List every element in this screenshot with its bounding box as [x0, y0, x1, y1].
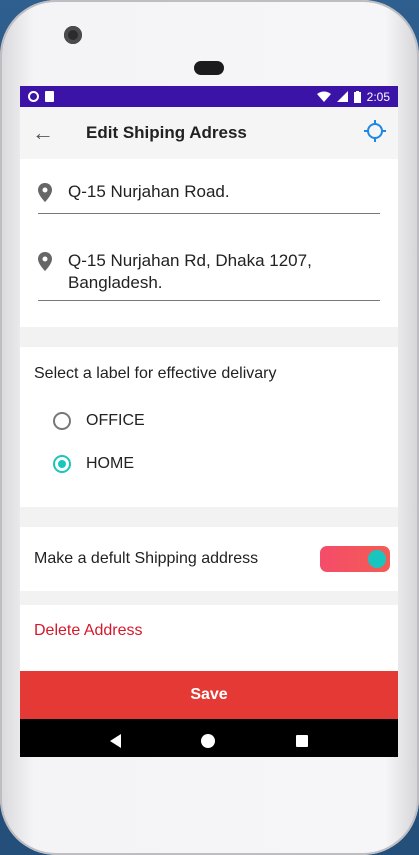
- page-title: Edit Shiping Adress: [86, 123, 247, 142]
- radio-office-icon[interactable]: [53, 411, 71, 430]
- location-pin-icon: [38, 181, 68, 207]
- address-line2-part1: Q-15 Nurjahan Rd, Dhaka 1207,: [68, 251, 312, 270]
- signal-icon: [336, 91, 348, 102]
- wifi-icon: [316, 91, 331, 102]
- radio-home-label: HOME: [86, 454, 134, 472]
- phone-frame: 2:05 ← Edit Shiping Adress Q-15 Nurjahan…: [0, 0, 419, 855]
- default-address-toggle[interactable]: [320, 546, 390, 572]
- notification-circle-icon: [28, 91, 39, 102]
- battery-icon: [353, 90, 361, 103]
- earpiece-speaker: [194, 61, 224, 75]
- section-gap: [20, 507, 398, 527]
- toggle-knob: [368, 550, 386, 568]
- system-nav-bar: [20, 719, 398, 757]
- radio-option-office[interactable]: OFFICE: [34, 399, 384, 442]
- radio-option-home[interactable]: HOME: [34, 442, 384, 485]
- front-camera: [64, 26, 82, 44]
- location-pin-icon: [38, 250, 68, 276]
- delivery-label-heading: Select a label for effective delivary: [34, 365, 277, 382]
- radio-home-icon[interactable]: [53, 454, 71, 473]
- address-line2-part2: Bangladesh.: [68, 273, 163, 292]
- delete-address-button[interactable]: Delete Address: [34, 622, 143, 640]
- address-line2-value: Q-15 Nurjahan Rd, Dhaka 1207, Bangladesh…: [68, 250, 312, 294]
- nav-home-icon[interactable]: [201, 734, 216, 748]
- radio-office-label: OFFICE: [86, 411, 145, 429]
- nav-recents-icon[interactable]: [295, 735, 308, 747]
- nav-back-icon[interactable]: [110, 734, 122, 748]
- default-address-card: Make a defult Shipping address: [20, 527, 398, 591]
- save-button[interactable]: Save: [20, 671, 398, 719]
- address-line2-field[interactable]: Q-15 Nurjahan Rd, Dhaka 1207, Bangladesh…: [38, 250, 380, 301]
- address-line1-value: Q-15 Nurjahan Road.: [68, 182, 230, 201]
- address-line1-field[interactable]: Q-15 Nurjahan Road.: [38, 181, 380, 214]
- status-bar: 2:05: [20, 86, 398, 107]
- screen: 2:05 ← Edit Shiping Adress Q-15 Nurjahan…: [20, 86, 398, 757]
- crosshair-locate-icon[interactable]: [364, 119, 386, 147]
- delete-address-card: Delete Address: [20, 605, 398, 657]
- delivery-label-card: Select a label for effective delivary OF…: [20, 347, 398, 507]
- app-bar: ← Edit Shiping Adress: [20, 107, 398, 159]
- sd-card-icon: [45, 91, 54, 102]
- back-arrow-icon[interactable]: ←: [32, 120, 62, 146]
- default-address-label: Make a defult Shipping address: [34, 550, 259, 567]
- address-card: Q-15 Nurjahan Road. Q-15 Nurjahan Rd, Dh…: [20, 159, 398, 327]
- status-time: 2:05: [366, 89, 390, 104]
- section-gap: [20, 327, 398, 347]
- bottom-fill: [20, 657, 398, 671]
